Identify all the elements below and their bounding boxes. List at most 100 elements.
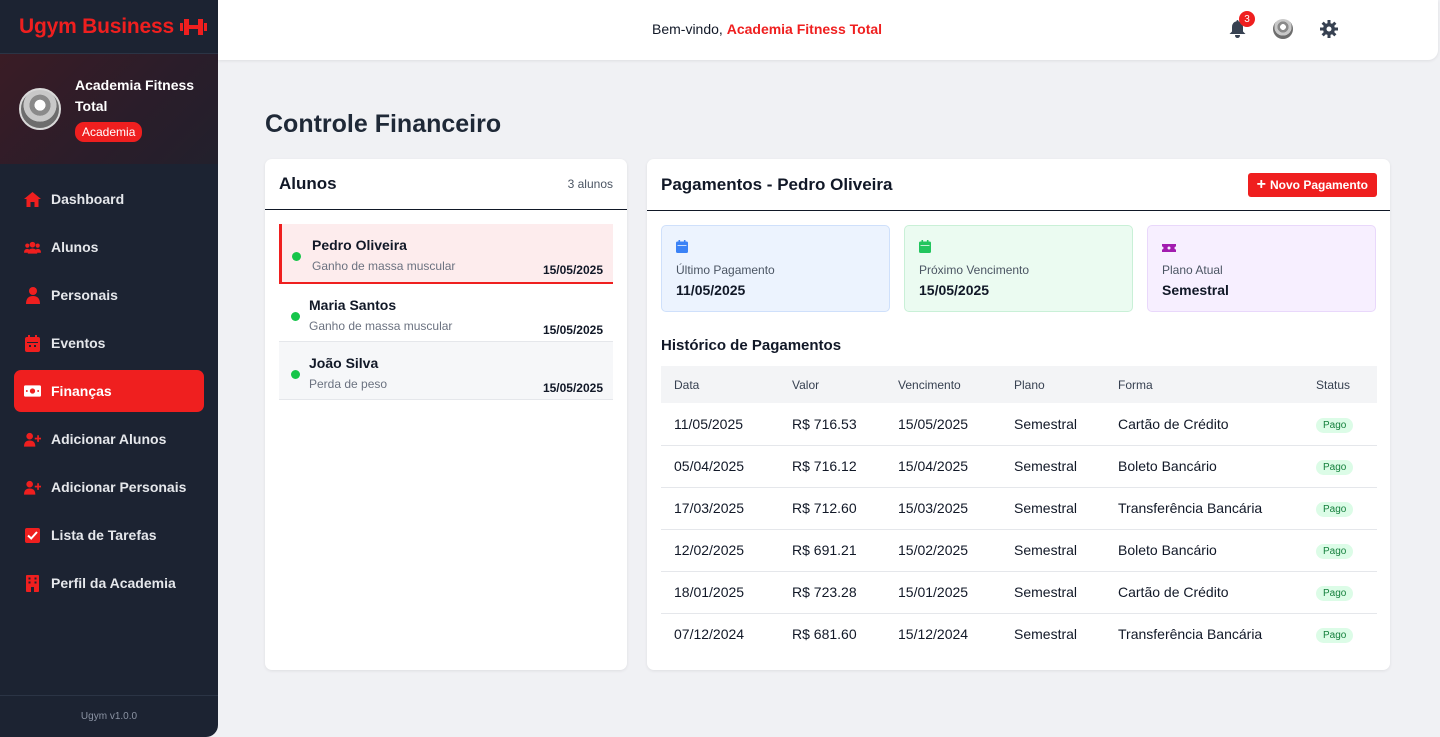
- plus-icon: +: [1256, 175, 1266, 193]
- sidebar-item-label: Eventos: [51, 335, 106, 351]
- welcome-academy-name: Academia Fitness Total: [726, 21, 883, 37]
- cell-value: R$ 716.12: [779, 445, 885, 488]
- cell-plan: Semestral: [1001, 445, 1105, 488]
- app-version: Ugym v1.0.0: [0, 695, 218, 737]
- cell-status: Pago: [1303, 445, 1377, 488]
- list-item[interactable]: Pedro Oliveira Ganho de massa muscular 1…: [279, 224, 613, 284]
- cell-status: Pago: [1303, 487, 1377, 530]
- next-due-value: 15/05/2025: [919, 282, 990, 298]
- table-row[interactable]: 07/12/2024 R$ 681.60 15/12/2024 Semestra…: [661, 613, 1377, 655]
- table-row[interactable]: 17/03/2025 R$ 712.60 15/03/2025 Semestra…: [661, 487, 1377, 530]
- cell-due: 15/04/2025: [885, 445, 1001, 488]
- welcome-message: Bem-vindo, Academia Fitness Total: [652, 21, 882, 37]
- users-icon: [24, 239, 41, 256]
- brand-header[interactable]: Ugym Business: [0, 0, 218, 54]
- cell-status: Pago: [1303, 529, 1377, 572]
- students-card: Alunos 3 alunos Pedro Oliveira Ganho de …: [265, 159, 627, 670]
- calendar-icon: [676, 240, 689, 253]
- student-name: João Silva: [309, 355, 379, 371]
- cell-method: Cartão de Crédito: [1105, 403, 1303, 446]
- sidebar-item-financas[interactable]: Finanças: [14, 370, 204, 412]
- list-item[interactable]: Maria Santos Ganho de massa muscular 15/…: [279, 284, 613, 342]
- student-name: Pedro Oliveira: [312, 237, 407, 253]
- cell-due: 15/03/2025: [885, 487, 1001, 530]
- calendar-icon: [24, 334, 41, 352]
- current-plan-value: Semestral: [1162, 282, 1229, 298]
- page-title: Controle Financeiro: [265, 110, 502, 138]
- ticket-icon: [1162, 240, 1176, 253]
- checkbox-icon: [24, 527, 41, 544]
- gear-icon[interactable]: [1320, 20, 1338, 38]
- students-title: Alunos: [279, 174, 337, 193]
- sidebar-nav: Dashboard Alunos Personais Eventos Finan…: [0, 164, 218, 604]
- current-plan-box: Plano Atual Semestral: [1147, 225, 1376, 312]
- cell-date: 12/02/2025: [661, 529, 779, 572]
- cell-date: 07/12/2024: [674, 626, 745, 643]
- sidebar-item-label: Perfil da Academia: [51, 575, 176, 591]
- sidebar-item-adicionar-personais[interactable]: Adicionar Personais: [14, 466, 204, 508]
- cell-value: R$ 691.21: [779, 529, 885, 572]
- cell-plan: Semestral: [1001, 487, 1105, 530]
- table-row[interactable]: 05/04/2025 R$ 716.12 15/04/2025 Semestra…: [661, 445, 1377, 488]
- cell-method: Cartão de Crédito: [1105, 571, 1303, 614]
- cell-status: Pago: [1303, 571, 1377, 614]
- trainer-icon: [24, 286, 41, 304]
- user-plus-icon: [24, 479, 41, 496]
- sidebar-item-lista-de-tarefas[interactable]: Lista de Tarefas: [14, 514, 204, 556]
- sidebar-item-perfil-da-academia[interactable]: Perfil da Academia: [14, 562, 204, 604]
- academy-profile: Academia Fitness Total Academia: [0, 54, 218, 164]
- list-item[interactable]: João Silva Perda de peso 15/05/2025: [279, 342, 613, 400]
- status-dot: [292, 252, 301, 261]
- sidebar-item-label: Lista de Tarefas: [51, 527, 157, 543]
- welcome-prefix: Bem-vindo,: [652, 21, 723, 37]
- cell-method: Transferência Bancária: [1118, 626, 1263, 643]
- sidebar-item-label: Personais: [51, 287, 118, 303]
- students-count: 3 alunos: [567, 177, 613, 191]
- student-due-date: 15/05/2025: [542, 323, 603, 337]
- sidebar-item-adicionar-alunos[interactable]: Adicionar Alunos: [14, 418, 204, 460]
- cell-due: 15/01/2025: [885, 571, 1001, 614]
- payment-history-table: Data Valor Vencimento Plano Forma Status…: [661, 366, 1377, 655]
- sidebar-item-personais[interactable]: Personais: [14, 274, 204, 316]
- building-icon: [24, 574, 41, 592]
- last-payment-value: 11/05/2025: [676, 282, 746, 298]
- history-title: Histórico de Pagamentos: [661, 337, 842, 354]
- cell-status: Pago: [1303, 403, 1377, 446]
- cell-value: R$ 716.53: [779, 403, 885, 446]
- cell-value: R$ 681.60: [792, 626, 857, 643]
- sidebar-item-alunos[interactable]: Alunos: [14, 226, 204, 268]
- student-name: Maria Santos: [309, 297, 397, 313]
- top-header: Bem-vindo, Academia Fitness Total 3: [218, 0, 1438, 60]
- table-row[interactable]: 12/02/2025 R$ 691.21 15/02/2025 Semestra…: [661, 529, 1377, 572]
- sidebar-item-eventos[interactable]: Eventos: [14, 322, 204, 364]
- cell-value: R$ 712.60: [779, 487, 885, 530]
- student-due-date: 15/05/2025: [542, 381, 603, 395]
- status-badge: Pago: [1316, 460, 1354, 475]
- column-header: Status: [1303, 366, 1377, 403]
- student-due-date: 15/05/2025: [542, 263, 603, 277]
- cell-status: Pago: [1303, 613, 1377, 655]
- status-dot: [291, 370, 300, 379]
- status-badge: Pago: [1316, 417, 1354, 433]
- table-row[interactable]: 18/01/2025 R$ 723.28 15/01/2025 Semestra…: [661, 571, 1377, 614]
- table-row[interactable]: 11/05/2025 R$ 716.53 15/05/2025 Semestra…: [661, 403, 1377, 446]
- cell-plan: Semestral: [1001, 571, 1105, 614]
- calendar-icon: [919, 240, 932, 253]
- column-header: Data: [661, 366, 779, 403]
- brand-name: Ugym Business: [19, 14, 174, 38]
- current-plan-label: Plano Atual: [1162, 263, 1223, 277]
- new-payment-button[interactable]: + Novo Pagamento: [1247, 172, 1377, 197]
- cell-method: Boleto Bancário: [1105, 529, 1303, 572]
- avatar[interactable]: [19, 88, 61, 130]
- money-icon: [24, 383, 41, 400]
- table-header-row: Data Valor Vencimento Plano Forma Status: [661, 366, 1377, 403]
- user-plus-icon: [24, 431, 41, 448]
- cell-plan: Semestral: [1001, 529, 1105, 572]
- cell-date: 11/05/2025: [661, 403, 779, 446]
- last-payment-label: Último Pagamento: [676, 263, 775, 277]
- sidebar-item-label: Adicionar Personais: [51, 479, 187, 495]
- cell-date: 17/03/2025: [661, 487, 779, 530]
- sidebar-item-label: Finanças: [51, 383, 112, 399]
- user-avatar[interactable]: [1273, 19, 1293, 39]
- sidebar-item-dashboard[interactable]: Dashboard: [14, 178, 204, 220]
